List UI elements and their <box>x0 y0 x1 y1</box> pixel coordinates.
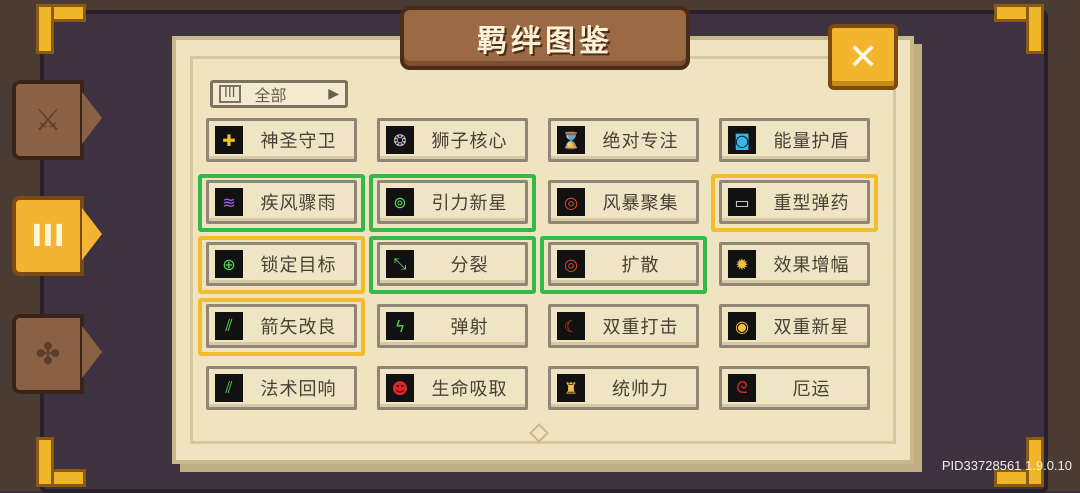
synergy-card[interactable]: ✚ 神圣守卫 <box>206 118 357 162</box>
synergy-item[interactable]: ☾ 双重打击 <box>540 298 711 360</box>
crosshair-icon: ⊕ <box>215 250 243 278</box>
synergy-item[interactable]: ≋ 疾风骤雨 <box>198 174 369 236</box>
synergy-card[interactable]: ⊚ 引力新星 <box>377 180 528 224</box>
synergy-label: 重型弹药 <box>773 193 850 214</box>
synergy-card[interactable]: ᘓ 厄运 <box>719 366 870 410</box>
synergy-item[interactable]: ⫽ 箭矢改良 <box>198 298 369 360</box>
synergy-item[interactable]: ▭ 重型弹药 <box>711 174 882 236</box>
synergy-card[interactable]: ☾ 双重打击 <box>548 304 699 348</box>
synergy-grid: ✚ 神圣守卫 ❂ 狮子核心 ⌛ 绝对专注 ◙ 能量护盾 ≋ 疾风骤雨 ⊚ 引力新星 ◎ 风暴聚集 ▭ 重型弹药… <box>198 112 882 422</box>
version-label: PID33728561 1.9.0.10 <box>941 458 1072 473</box>
synergy-item[interactable]: ✹ 效果增幅 <box>711 236 882 298</box>
synergy-card[interactable]: ▭ 重型弹药 <box>719 180 870 224</box>
double-strike-icon: ☾ <box>557 312 585 340</box>
split-arrows-icon: ⤡ <box>386 250 414 278</box>
synergy-label: 风暴聚集 <box>602 193 679 214</box>
synergy-card[interactable]: ⤡ 分裂 <box>377 242 528 286</box>
bounce-icon: ϟ <box>386 312 414 340</box>
synergy-card[interactable]: ◎ 扩散 <box>548 242 699 286</box>
spell-echo-icon: ⫽ <box>215 374 243 402</box>
page-title: 羁绊图鉴 <box>477 24 613 59</box>
synergy-label: 能量护盾 <box>773 131 850 152</box>
synergy-label: 锁定目标 <box>260 255 337 276</box>
synergy-item[interactable]: ᘓ 厄运 <box>711 360 882 422</box>
synergy-card[interactable]: ✹ 效果增幅 <box>719 242 870 286</box>
bars-icon: III <box>31 218 65 254</box>
synergy-label: 箭矢改良 <box>260 317 337 338</box>
commander-icon: ♜ <box>557 374 585 402</box>
synergy-label: 神圣守卫 <box>260 131 337 152</box>
synergy-label: 效果增幅 <box>773 255 850 276</box>
storm-target-icon: ◎ <box>557 188 585 216</box>
filter-dropdown[interactable]: III 全部 ▶ <box>210 80 348 108</box>
synergy-card[interactable]: ❂ 狮子核心 <box>377 118 528 162</box>
synergy-item[interactable]: ◙ 能量护盾 <box>711 112 882 174</box>
synergy-card[interactable]: ⌛ 绝对专注 <box>548 118 699 162</box>
energy-shield-icon: ◙ <box>728 126 756 154</box>
synergy-item[interactable]: ⊕ 锁定目标 <box>198 236 369 298</box>
synergy-card[interactable]: ♜ 统帅力 <box>548 366 699 410</box>
synergy-item[interactable]: ◉ 双重新星 <box>711 298 882 360</box>
synergy-label: 双重打击 <box>602 317 679 338</box>
synergy-item[interactable]: ⫽ 法术回响 <box>198 360 369 422</box>
synergy-item[interactable]: ⤡ 分裂 <box>369 236 540 298</box>
synergy-item[interactable]: ☻ 生命吸取 <box>369 360 540 422</box>
synergy-item[interactable]: ❂ 狮子核心 <box>369 112 540 174</box>
tornado-icon: ≋ <box>215 188 243 216</box>
synergy-label: 分裂 <box>450 255 489 276</box>
synergy-card[interactable]: ⫽ 法术回响 <box>206 366 357 410</box>
spread-rings-icon: ◎ <box>557 250 585 278</box>
synergy-item[interactable]: ⊚ 引力新星 <box>369 174 540 236</box>
clover-icon: ✤ <box>35 336 61 372</box>
synergy-card[interactable]: ⊕ 锁定目标 <box>206 242 357 286</box>
close-icon: ✕ <box>847 36 879 78</box>
shield-cross-icon: ✚ <box>215 126 243 154</box>
synergy-item[interactable]: ♜ 统帅力 <box>540 360 711 422</box>
life-drain-icon: ☻ <box>386 374 414 402</box>
corner-ornament <box>36 437 86 487</box>
synergy-card[interactable]: ϟ 弹射 <box>377 304 528 348</box>
close-button[interactable]: ✕ <box>828 24 898 90</box>
amplify-icon: ✹ <box>728 250 756 278</box>
arrows-icon: ⫽ <box>215 312 243 340</box>
title-plate: 羁绊图鉴 <box>400 6 690 70</box>
heavy-ammo-icon: ▭ <box>728 188 756 216</box>
synergy-item[interactable]: ⌛ 绝对专注 <box>540 112 711 174</box>
sword-icon: ⚔ <box>34 102 62 138</box>
synergy-card[interactable]: ◉ 双重新星 <box>719 304 870 348</box>
filter-label: 全部 <box>254 86 287 105</box>
synergy-item[interactable]: ✚ 神圣守卫 <box>198 112 369 174</box>
hourglass-icon: ⌛ <box>557 126 585 154</box>
doom-swirl-icon: ᘓ <box>728 374 756 402</box>
synergy-card[interactable]: ≋ 疾风骤雨 <box>206 180 357 224</box>
synergy-label: 引力新星 <box>431 193 508 214</box>
synergy-label: 狮子核心 <box>431 131 508 152</box>
synergy-label: 绝对专注 <box>602 131 679 152</box>
synergy-label: 生命吸取 <box>431 379 508 400</box>
synergy-label: 统帅力 <box>612 379 669 400</box>
arrow-right-icon: ▶ <box>328 86 339 102</box>
synergy-item[interactable]: ϟ 弹射 <box>369 298 540 360</box>
synergy-card[interactable]: ☻ 生命吸取 <box>377 366 528 410</box>
lion-icon: ❂ <box>386 126 414 154</box>
side-tab-items[interactable]: ✤ <box>12 314 102 394</box>
bars-icon: III <box>219 85 241 103</box>
synergy-item[interactable]: ◎ 风暴聚集 <box>540 174 711 236</box>
side-tab-synergies[interactable]: III <box>12 196 102 276</box>
synergy-label: 疾风骤雨 <box>260 193 337 214</box>
synergy-label: 双重新星 <box>773 317 850 338</box>
gravity-nova-icon: ⊚ <box>386 188 414 216</box>
synergy-card[interactable]: ◎ 风暴聚集 <box>548 180 699 224</box>
synergy-card[interactable]: ◙ 能量护盾 <box>719 118 870 162</box>
corner-ornament <box>994 4 1044 54</box>
synergy-label: 厄运 <box>792 379 831 400</box>
side-tab-weapons[interactable]: ⚔ <box>12 80 102 160</box>
synergy-card[interactable]: ⫽ 箭矢改良 <box>206 304 357 348</box>
synergy-label: 扩散 <box>621 255 660 276</box>
synergy-item[interactable]: ◎ 扩散 <box>540 236 711 298</box>
synergy-label: 弹射 <box>450 317 489 338</box>
corner-ornament <box>36 4 86 54</box>
double-nova-icon: ◉ <box>728 312 756 340</box>
synergy-label: 法术回响 <box>260 379 337 400</box>
